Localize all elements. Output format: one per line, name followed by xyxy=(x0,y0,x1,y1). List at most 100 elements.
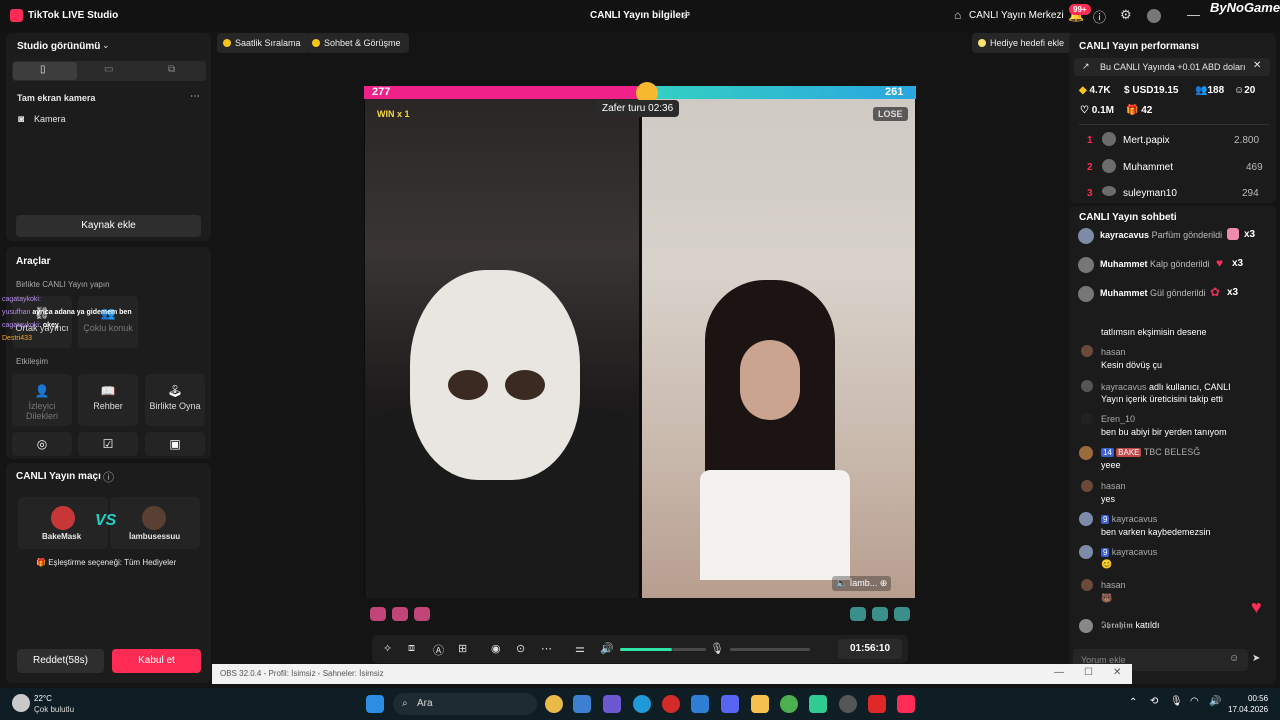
accept-button[interactable]: Kabul et xyxy=(112,649,201,673)
speaker-icon: 🔈 xyxy=(836,578,848,588)
weather-text[interactable]: Çok bulutlu xyxy=(34,705,74,714)
discord-icon[interactable] xyxy=(721,695,739,713)
mic-icon[interactable]: 🎙 xyxy=(1170,696,1183,707)
mail-icon[interactable] xyxy=(691,695,709,713)
chat-meet-pill[interactable]: Sohbet & Görüşme xyxy=(306,33,409,53)
mic-icon[interactable]: 🎙 xyxy=(710,642,724,655)
home-icon[interactable]: ⌂ xyxy=(954,8,961,22)
chrome-alt-icon[interactable] xyxy=(780,695,798,713)
sliders-icon[interactable]: ⚌ xyxy=(575,642,585,655)
help-icon[interactable]: ⓘ xyxy=(1093,7,1106,26)
rank-name[interactable]: suleyman10 xyxy=(1123,188,1177,199)
edge-icon[interactable] xyxy=(633,695,651,713)
match-title: CANLI Yayın maçı xyxy=(16,471,101,482)
speaker-icon[interactable]: 🔊 xyxy=(600,642,614,655)
gifts-stat: 🎁 42 xyxy=(1126,105,1153,116)
windows-start-icon[interactable] xyxy=(366,695,384,713)
add-media-icon[interactable]: ⊞ xyxy=(458,642,467,655)
rank-row[interactable]: 3 xyxy=(1087,188,1093,199)
person-icon: 👤 xyxy=(34,384,50,398)
emoji-icon[interactable]: ☺ xyxy=(1229,653,1239,664)
tiktok-icon[interactable] xyxy=(897,695,915,713)
wifi-icon[interactable]: ◠ xyxy=(1190,696,1199,707)
rose-icon: ✿ xyxy=(1210,285,1221,299)
clock-time[interactable]: 00:56 xyxy=(1248,694,1268,703)
share-icon[interactable]: ⇗ xyxy=(681,8,691,22)
match-option[interactable]: 🎁 Eşleştirme seçeneği: Tüm Hediyeler xyxy=(36,558,176,567)
avatar xyxy=(1081,480,1093,492)
gear-icon[interactable]: ⚙ xyxy=(1120,7,1132,23)
teams-icon[interactable] xyxy=(603,695,621,713)
avatar[interactable] xyxy=(1147,9,1161,23)
follow-message: kayracavus adlı kullanıcı, CANLI Yayın i… xyxy=(1101,382,1231,404)
rank-row[interactable]: 2 xyxy=(1087,162,1093,173)
network-icon[interactable]: ⟲ xyxy=(1150,696,1158,707)
store-icon[interactable] xyxy=(573,695,591,713)
engagement-title: Etkileşim xyxy=(16,357,49,366)
more-icon[interactable]: ⋯ xyxy=(541,642,552,655)
landscape-icon[interactable]: ▭ xyxy=(104,64,113,75)
more-icon[interactable]: ⋯ xyxy=(190,91,200,102)
minimize-icon[interactable]: — xyxy=(1187,7,1200,22)
play-together-button[interactable]: 🕹 Birlikte Oyna xyxy=(145,374,205,426)
opera-icon[interactable] xyxy=(662,695,680,713)
tool-button-3[interactable]: ▣ xyxy=(145,432,205,456)
ai-icon[interactable]: Ⓐ xyxy=(433,642,444,658)
plus-icon[interactable]: ⊕ xyxy=(880,578,888,588)
taskbar-search[interactable]: Ara xyxy=(393,693,537,715)
chat-title: CANLI Yayın sohbeti xyxy=(1079,212,1177,223)
opponent-name-tag[interactable]: 🔈 İamb... ⊕ xyxy=(832,576,892,591)
rank-name[interactable]: Muhammet xyxy=(1123,162,1173,173)
chat-messages: tatlımsın ekşimisin desene hasan Kesin d… xyxy=(1077,313,1269,643)
chrome-icon[interactable] xyxy=(545,695,563,713)
temperature[interactable]: 22°C xyxy=(34,694,52,703)
volume-slider[interactable] xyxy=(620,648,672,651)
rank-row[interactable]: 1 xyxy=(1087,135,1093,146)
hourly-ranking-pill[interactable]: Saatlik Sıralama xyxy=(217,33,309,53)
chevron-up-icon[interactable]: ⌃ xyxy=(1129,697,1137,708)
minimize-icon[interactable]: — xyxy=(1054,667,1064,678)
like-heart-icon[interactable]: ♥ xyxy=(1251,597,1262,618)
magic-wand-icon[interactable]: ✧ xyxy=(383,642,392,655)
record-icon[interactable]: ◉ xyxy=(491,642,501,655)
close-icon[interactable]: ✕ xyxy=(1113,667,1121,678)
mic-slider[interactable] xyxy=(730,648,810,651)
guide-button[interactable]: 📖 Rehber xyxy=(78,374,138,426)
gift-icon: 🎁 xyxy=(36,558,46,567)
gift-goal-pill[interactable]: Hediye hedefi ekle xyxy=(972,33,1073,53)
help-icon[interactable]: ⓘ xyxy=(103,469,114,485)
seat-icon xyxy=(850,607,866,621)
capture-icon[interactable]: ⊙ xyxy=(516,642,525,655)
obs-window-bar[interactable]: OBS 32.0.4 - Profil: İsimsiz - Sahneler:… xyxy=(212,664,1132,684)
camera-section-title[interactable]: Tam ekran kamera xyxy=(17,93,95,103)
obs-icon[interactable] xyxy=(839,695,857,713)
viewer-requests-button[interactable]: 👤 İzleyici Dilekleri xyxy=(12,374,72,426)
live-info-title[interactable]: CANLI Yayın bilgileri xyxy=(590,10,688,21)
volume-icon[interactable]: 🔊 xyxy=(1209,696,1221,707)
camera-item[interactable]: Kamera xyxy=(34,114,66,124)
rank-value: 2.800 xyxy=(1234,135,1260,146)
live-center-link[interactable]: CANLI Yayın Merkezi xyxy=(969,10,1064,21)
maximize-icon[interactable]: ☐ xyxy=(1084,667,1093,678)
studio-view-title[interactable]: Studio görünümü xyxy=(17,41,100,52)
tool-button-1[interactable]: ◎ xyxy=(12,432,72,456)
add-source-button[interactable]: Kaynak ekle xyxy=(16,215,201,237)
youtube-icon[interactable] xyxy=(868,695,886,713)
reject-button[interactable]: Reddet(58s) xyxy=(17,649,104,673)
portrait-icon[interactable]: ▯ xyxy=(40,64,46,75)
clock-date[interactable]: 17.04.2026 xyxy=(1228,705,1268,714)
victory-timer: Zafer turu 02:36 xyxy=(596,100,680,117)
multi-layout-icon[interactable]: ⧉ xyxy=(168,64,175,75)
effects-icon[interactable]: ⧈ xyxy=(408,642,415,655)
send-icon[interactable]: ➤ xyxy=(1252,653,1260,664)
rank-name[interactable]: Mert.papix xyxy=(1123,135,1170,146)
folder-icon[interactable] xyxy=(751,695,769,713)
layout-selector[interactable]: ▯ ▭ ⧉ xyxy=(12,61,206,81)
heart-icon: ♡ xyxy=(1080,105,1089,116)
app-icon[interactable] xyxy=(809,695,827,713)
close-icon[interactable]: ✕ xyxy=(1253,60,1261,71)
tool-button-2[interactable]: ☑ xyxy=(78,432,138,456)
heart-icon: ♥ xyxy=(1216,256,1224,270)
chevron-down-icon[interactable]: ⌄ xyxy=(102,40,110,51)
avatar xyxy=(1078,286,1094,302)
